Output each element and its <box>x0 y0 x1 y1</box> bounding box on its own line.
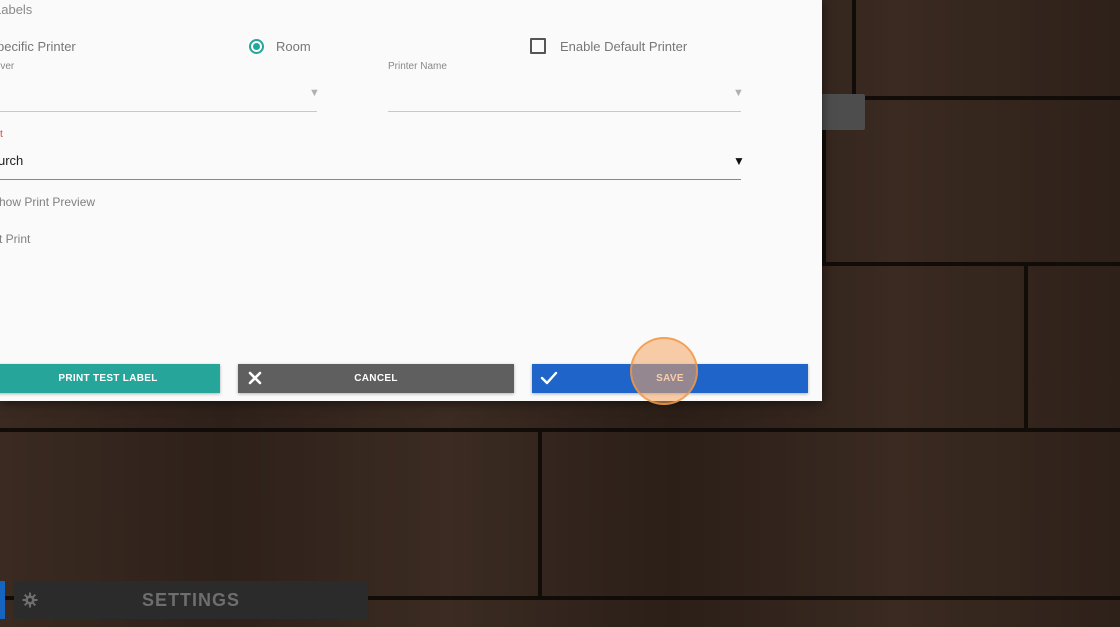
cancel-button[interactable]: CANCEL <box>238 364 514 393</box>
option-show-print-preview[interactable]: how Print Preview <box>0 195 95 209</box>
required-field-label: t <box>0 129 3 140</box>
cancel-button-text: CANCEL <box>354 373 398 384</box>
settings-label: SETTINGS <box>141 589 240 610</box>
radio-room-label: Room <box>276 38 311 54</box>
option-print[interactable]: t Print <box>0 232 30 246</box>
radio-specific-printer[interactable]: pecific Printer <box>0 36 76 56</box>
print-test-label-text: PRINT TEST LABEL <box>58 373 158 384</box>
enable-default-printer-checkbox[interactable]: Enable Default Printer <box>530 36 687 56</box>
radio-specific-printer-label: pecific Printer <box>0 38 76 54</box>
background-side-button[interactable] <box>822 94 865 130</box>
save-button[interactable]: SAVE <box>532 364 808 393</box>
plank-seam <box>1024 266 1028 428</box>
plank-seam <box>852 0 856 96</box>
enable-default-printer-label: Enable Default Printer <box>560 38 688 54</box>
radio-room[interactable]: Room <box>249 36 311 56</box>
server-label: rver <box>0 61 15 72</box>
server-dropdown-arrow-icon[interactable]: ▼ <box>309 87 320 99</box>
radio-selected-icon[interactable] <box>249 38 264 54</box>
selected-value[interactable]: urch <box>0 153 23 168</box>
left-edge-indicator <box>0 581 5 619</box>
gear-icon <box>22 592 38 608</box>
server-select[interactable] <box>0 111 317 112</box>
plank-seam <box>538 432 542 596</box>
save-button-text: SAVE <box>656 373 684 384</box>
print-test-label-button[interactable]: PRINT TEST LABEL <box>0 364 220 393</box>
main-select-underline <box>0 179 741 180</box>
checkbox-icon[interactable] <box>530 38 546 54</box>
printer-name-dropdown-arrow-icon[interactable]: ▼ <box>733 87 744 99</box>
printer-name-label: Printer Name <box>388 61 447 72</box>
settings-button[interactable]: SETTINGS <box>14 581 368 619</box>
printer-name-select[interactable] <box>388 111 741 112</box>
close-icon <box>248 371 262 385</box>
check-icon <box>540 371 558 385</box>
dialog-title: Labels <box>0 2 33 17</box>
printer-settings-dialog: Labels pecific Printer Room Enable Defau… <box>0 0 822 401</box>
dropdown-arrow-icon[interactable]: ▼ <box>733 154 745 168</box>
